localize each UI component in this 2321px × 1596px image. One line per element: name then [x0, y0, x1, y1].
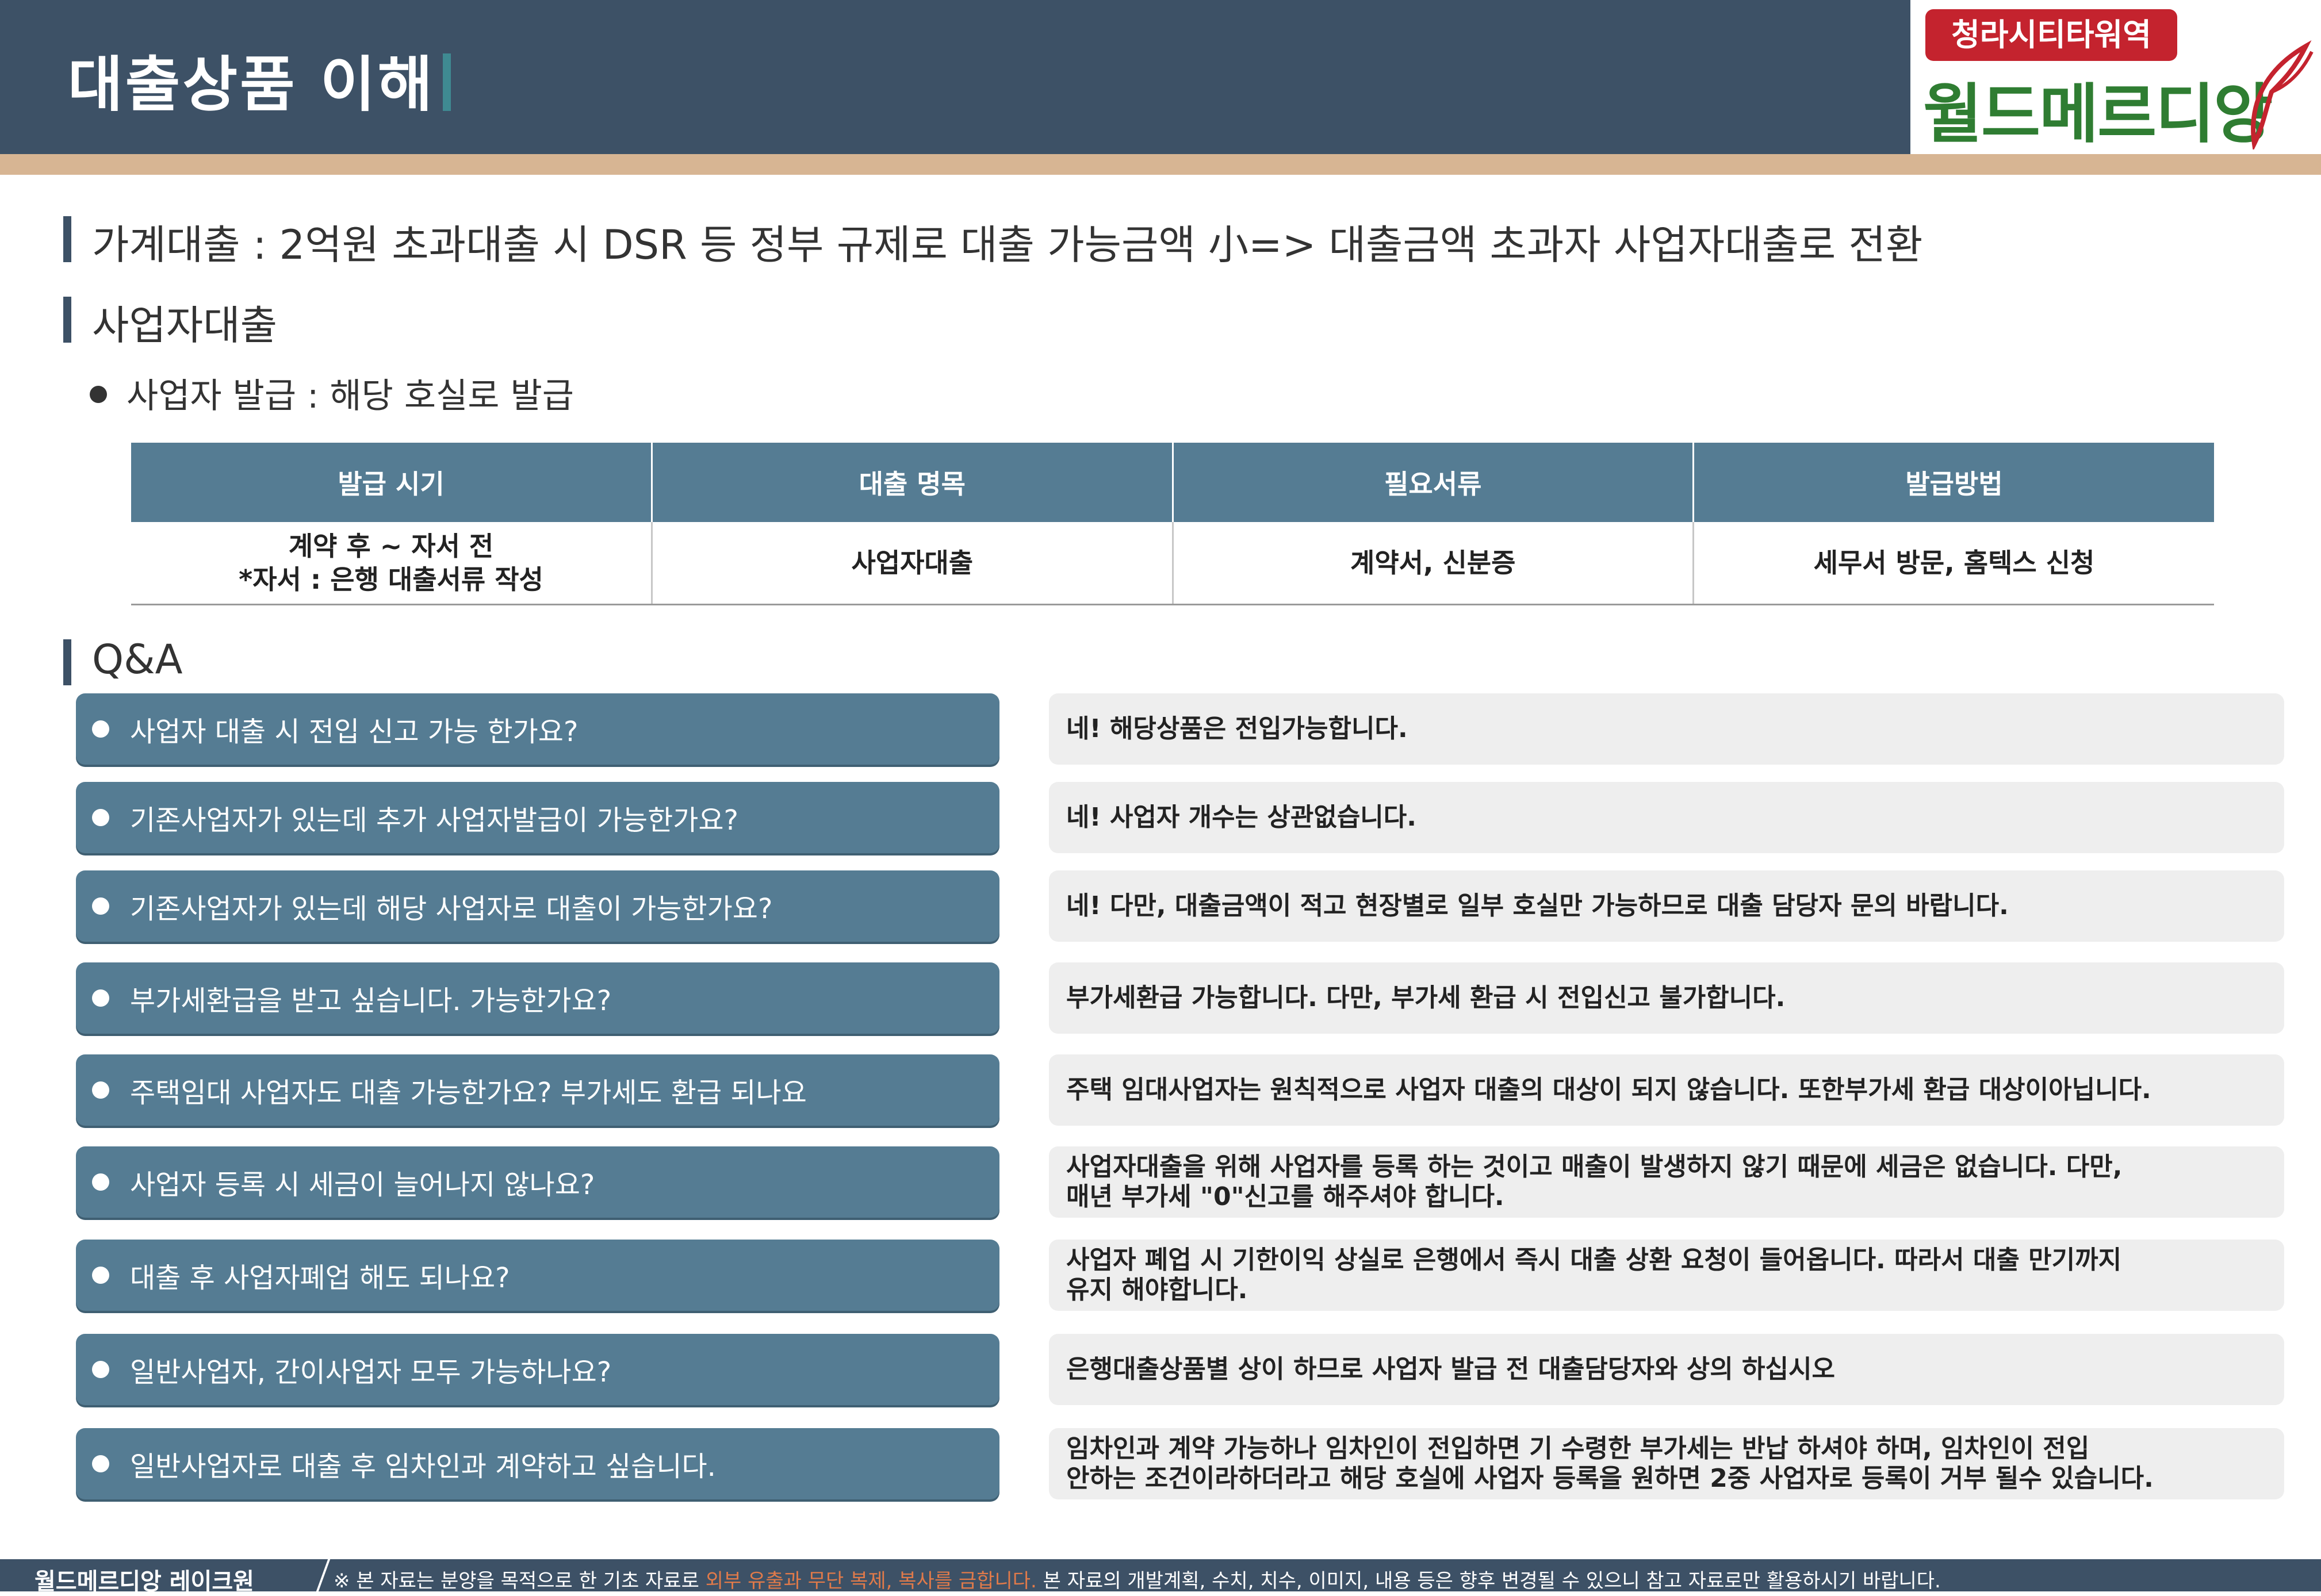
question-box: 일반사업자, 간이사업자 모두 가능하나요?	[76, 1334, 999, 1405]
question-box: 기존사업자가 있는데 추가 사업자발급이 가능한가요?	[76, 782, 999, 853]
qa-item: 일반사업자, 간이사업자 모두 가능하나요? 은행대출상품별 상이 하므로 사업…	[76, 1334, 2284, 1405]
business-issue-text: 사업자 발급 : 해당 호실로 발급	[127, 376, 574, 416]
header-divider	[0, 154, 2321, 175]
footer-notice: ※ 본 자료는 분양을 목적으로 한 기초 자료로 외부 유출과 무단 복제, …	[334, 1565, 1941, 1593]
table-cell-method: 세무서 방문, 홈텍스 신청	[1693, 522, 2214, 605]
footer-notice-end: 본 자료의 개발계획, 수치, 치수, 이미지, 내용 등은 향후 변경될 수 …	[1043, 1570, 1941, 1593]
answer-text: 은행대출상품별 상이 하므로 사업자 발급 전 대출담당자와 상의 하십시오	[1066, 1355, 1835, 1384]
question-text: 사업자 등록 시 세금이 늘어나지 않나요?	[130, 1169, 595, 1201]
table-cell-timing: 계약 후 ~ 자서 전 *자서 : 은행 대출서류 작성	[131, 522, 653, 605]
table-header-documents: 필요서류	[1173, 443, 1694, 522]
question-text: 부가세환급을 받고 싶습니다. 가능한가요?	[130, 985, 612, 1017]
table-header-loan-type: 대출 명목	[652, 443, 1174, 522]
answer-box: 네! 다만, 대출금액이 적고 현장별로 일부 호실만 가능하므로 대출 담당자…	[1049, 870, 2284, 942]
bullet-dot	[92, 1173, 109, 1191]
answer-text: 네! 해당상품은 전입가능합니다.	[1066, 714, 1408, 743]
logo-badge: 청라시티타워역	[1925, 9, 2177, 61]
answer-box: 은행대출상품별 상이 하므로 사업자 발급 전 대출담당자와 상의 하십시오	[1049, 1334, 2284, 1405]
question-box: 기존사업자가 있는데 해당 사업자로 대출이 가능한가요?	[76, 870, 999, 942]
question-text: 주택임대 사업자도 대출 가능한가요? 부가세도 환급 되나요	[130, 1077, 807, 1109]
answer-text: 사업자 폐업 시 기한이익 상실로 은행에서 즉시 대출 상환 요청이 들어옵니…	[1066, 1245, 2122, 1305]
bullet-dot	[92, 897, 109, 915]
table-header-timing: 발급 시기	[131, 443, 653, 522]
table-header-method: 발급방법	[1693, 443, 2214, 522]
answer-box: 네! 사업자 개수는 상관없습니다.	[1049, 782, 2284, 853]
timing-line-2: *자서 : 은행 대출서류 작성	[239, 564, 543, 595]
question-text: 사업자 대출 시 전입 신고 가능 한가요?	[130, 716, 579, 748]
answer-text: 부가세환급 가능합니다. 다만, 부가세 환급 시 전입신고 불가합니다.	[1066, 983, 1786, 1012]
answer-box: 부가세환급 가능합니다. 다만, 부가세 환급 시 전입신고 불가합니다.	[1049, 962, 2284, 1034]
timing-line-1: 계약 후 ~ 자서 전	[288, 531, 494, 562]
section-household-loan: 가계대출 : 2억원 초과대출 시 DSR 등 정부 규제로 대출 가능금액 小…	[63, 213, 1922, 271]
question-box: 일반사업자로 대출 후 임차인과 계약하고 싶습니다.	[76, 1428, 999, 1499]
qa-item: 사업자 등록 시 세금이 늘어나지 않나요? 사업자대출을 위해 사업자를 등록…	[76, 1146, 2284, 1218]
bullet-dot	[92, 720, 109, 738]
bullet-dot	[92, 1455, 109, 1472]
answer-text: 사업자대출을 위해 사업자를 등록 하는 것이고 매출이 발생하지 않기 때문에…	[1066, 1152, 2123, 1211]
question-text: 기존사업자가 있는데 추가 사업자발급이 가능한가요?	[130, 804, 739, 837]
question-box: 사업자 대출 시 전입 신고 가능 한가요?	[76, 693, 999, 765]
footer-bar: 월드메르디앙 레이크원 ※ 본 자료는 분양을 목적으로 한 기초 자료로 외부…	[0, 1559, 2321, 1595]
title-accent-bar	[443, 53, 451, 111]
bullet-dot	[92, 1267, 109, 1284]
answer-box: 네! 해당상품은 전입가능합니다.	[1049, 693, 2284, 765]
section-qa-text: Q&A	[92, 636, 183, 683]
answer-text: 네! 다만, 대출금액이 적고 현장별로 일부 호실만 가능하므로 대출 담당자…	[1066, 891, 2009, 920]
section-business-loan: 사업자대출	[63, 293, 277, 351]
footer-notice-start: ※ 본 자료는 분양을 목적으로 한 기초 자료로	[334, 1570, 699, 1593]
qa-item: 기존사업자가 있는데 해당 사업자로 대출이 가능한가요? 네! 다만, 대출금…	[76, 870, 2284, 942]
table-cell-loan-type: 사업자대출	[652, 522, 1174, 605]
qa-item: 사업자 대출 시 전입 신고 가능 한가요? 네! 해당상품은 전입가능합니다.	[76, 693, 2284, 765]
question-box: 사업자 등록 시 세금이 늘어나지 않나요?	[76, 1146, 999, 1218]
table-header-row: 발급 시기 대출 명목 필요서류 발급방법	[131, 443, 2214, 522]
logo-name: 월드메르디앙	[1923, 77, 2273, 152]
qa-item: 대출 후 사업자폐업 해도 되나요? 사업자 폐업 시 기한이익 상실로 은행에…	[76, 1240, 2284, 1311]
section-household-text: 가계대출 : 2억원 초과대출 시 DSR 등 정부 규제로 대출 가능금액 小…	[92, 221, 1923, 268]
header-bar: 대출상품 이해	[0, 0, 1910, 154]
answer-box: 사업자 폐업 시 기한이익 상실로 은행에서 즉시 대출 상환 요청이 들어옵니…	[1049, 1240, 2284, 1311]
answer-box: 임차인과 계약 가능하나 임차인이 전입하면 기 수령한 부가세는 반납 하셔야…	[1049, 1428, 2284, 1499]
logo-leaf-icon	[2251, 40, 2314, 149]
table-cell-documents: 계약서, 신분증	[1173, 522, 1694, 605]
question-text: 일반사업자로 대출 후 임차인과 계약하고 싶습니다.	[130, 1451, 716, 1483]
bullet-dot	[92, 989, 109, 1007]
bullet-dot	[92, 1361, 109, 1378]
question-text: 일반사업자, 간이사업자 모두 가능하나요?	[130, 1356, 612, 1388]
qa-item: 주택임대 사업자도 대출 가능한가요? 부가세도 환급 되나요 주택 임대사업자…	[76, 1054, 2284, 1126]
qa-item: 기존사업자가 있는데 추가 사업자발급이 가능한가요? 네! 사업자 개수는 상…	[76, 782, 2284, 853]
table-row: 계약 후 ~ 자서 전 *자서 : 은행 대출서류 작성 사업자대출 계약서, …	[131, 522, 2214, 605]
answer-text: 주택 임대사업자는 원칙적으로 사업자 대출의 대상이 되지 않습니다. 또한부…	[1066, 1075, 2151, 1104]
bullet-dot	[92, 1081, 109, 1099]
business-issue-table: 발급 시기 대출 명목 필요서류 발급방법 계약 후 ~ 자서 전 *자서 : …	[131, 443, 2214, 605]
answer-text: 네! 사업자 개수는 상관없습니다.	[1066, 803, 1416, 832]
business-issue-bullet: 사업자 발급 : 해당 호실로 발급	[90, 368, 574, 418]
question-text: 대출 후 사업자폐업 해도 되나요?	[130, 1262, 510, 1294]
bullet-dot	[90, 386, 107, 403]
bullet-dot	[92, 809, 109, 826]
page-title-text: 대출상품 이해	[68, 49, 435, 120]
qa-item: 부가세환급을 받고 싶습니다. 가능한가요? 부가세환급 가능합니다. 다만, …	[76, 962, 2284, 1034]
answer-box: 주택 임대사업자는 원칙적으로 사업자 대출의 대상이 되지 않습니다. 또한부…	[1049, 1054, 2284, 1126]
question-box: 부가세환급을 받고 싶습니다. 가능한가요?	[76, 962, 999, 1034]
section-business-text: 사업자대출	[92, 302, 277, 349]
question-text: 기존사업자가 있는데 해당 사업자로 대출이 가능한가요?	[130, 893, 773, 925]
page-title: 대출상품 이해	[68, 36, 451, 122]
question-box: 대출 후 사업자폐업 해도 되나요?	[76, 1240, 999, 1311]
footer-notice-warning: 외부 유출과 무단 복제, 복사를 금합니다.	[705, 1570, 1037, 1593]
section-qa: Q&A	[63, 636, 183, 685]
answer-text: 임차인과 계약 가능하나 임차인이 전입하면 기 수령한 부가세는 반납 하셔야…	[1066, 1434, 2154, 1493]
qa-item: 일반사업자로 대출 후 임차인과 계약하고 싶습니다. 임차인과 계약 가능하나…	[76, 1428, 2284, 1499]
footer-divider	[316, 1559, 331, 1591]
footer-brand: 월드메르디앙 레이크원	[35, 1568, 254, 1595]
answer-box: 사업자대출을 위해 사업자를 등록 하는 것이고 매출이 발생하지 않기 때문에…	[1049, 1146, 2284, 1218]
question-box: 주택임대 사업자도 대출 가능한가요? 부가세도 환급 되나요	[76, 1054, 999, 1126]
